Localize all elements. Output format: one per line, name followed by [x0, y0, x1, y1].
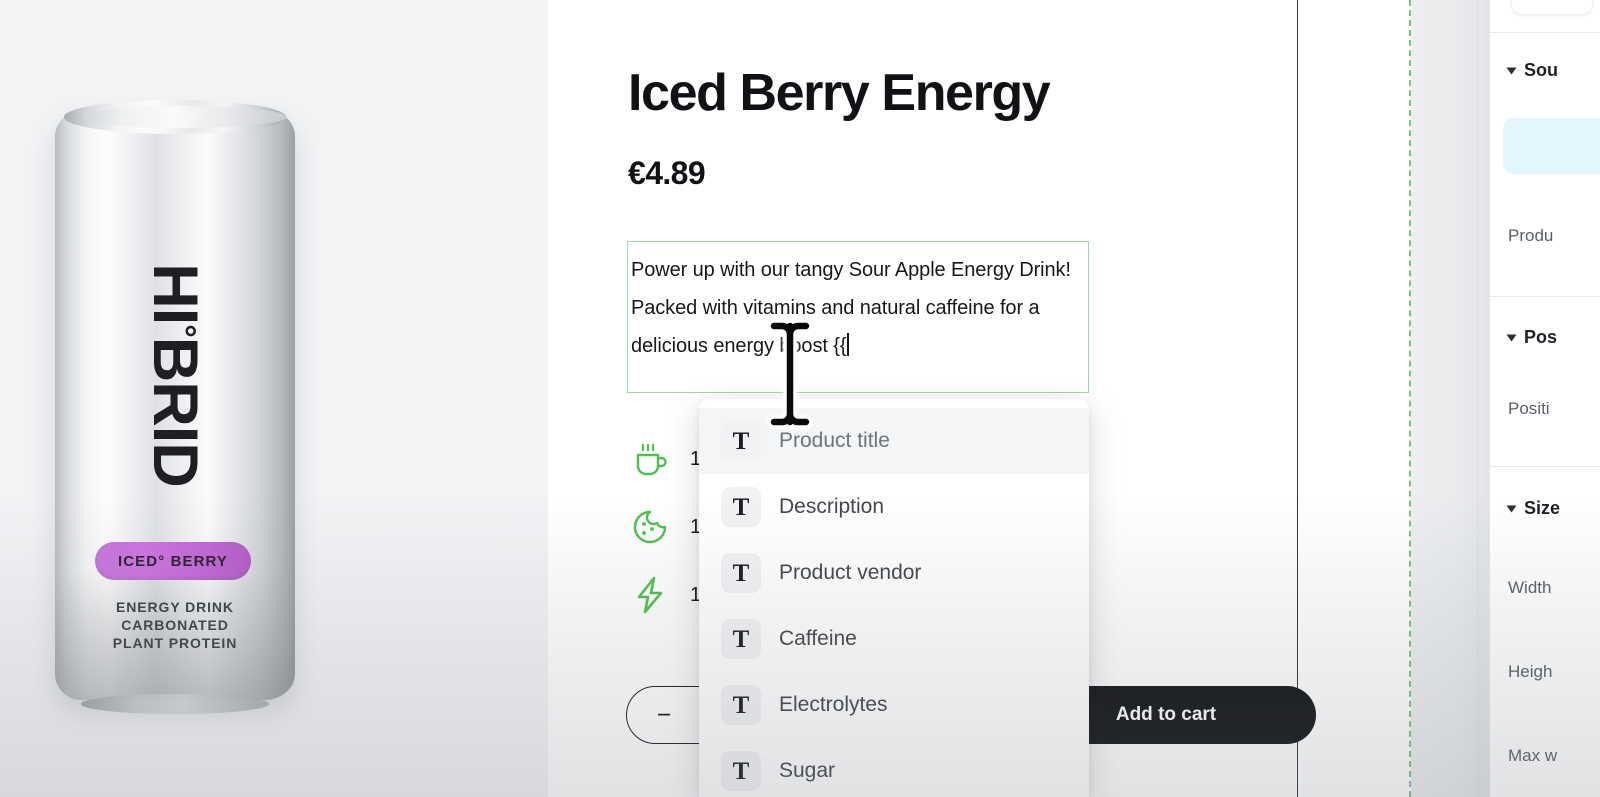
product-gallery: HI°BRID ICED° BERRY ENERGY DRINK CARBONA… — [0, 0, 548, 797]
inspector-field-height: Heigh — [1508, 662, 1553, 681]
inspector-top-control[interactable] — [1512, 0, 1592, 14]
can-brand-brid: BRID — [140, 336, 210, 487]
inspector-field-position: Positi — [1508, 399, 1550, 418]
inspector-field-max-width: Max w — [1508, 746, 1558, 765]
product-can-image[interactable]: HI°BRID ICED° BERRY ENERGY DRINK CARBONA… — [55, 100, 295, 714]
dropdown-item-label: Description — [779, 495, 885, 518]
can-brand-wordmark: HI°BRID — [139, 263, 211, 487]
dropdown-item-label: Product vendor — [779, 561, 922, 584]
can-flavor-label: ICED° BERRY — [117, 552, 229, 570]
can-subtext: ENERGY DRINK CARBONATED PLANT PROTEIN — [55, 598, 295, 652]
description-text: Power up with our tangy Sour Apple Energ… — [631, 259, 1077, 357]
inspector-panel[interactable]: Sou Produ Pos Positi Size Width Heigh Ma… — [1489, 0, 1600, 797]
dropdown-item-product-title[interactable]: T Product title — [699, 408, 1089, 474]
can-subtext-line-3: PLANT PROTEIN — [112, 635, 238, 651]
list-item: 1 — [628, 576, 701, 614]
cookie-icon — [633, 510, 667, 544]
inspector-section-label: Sou — [1524, 60, 1558, 80]
product-feature-list: 1 1 1 — [628, 440, 701, 614]
alignment-guide-line — [1409, 0, 1411, 797]
gutter-divider — [1477, 0, 1479, 797]
text-variable-icon: T — [721, 619, 761, 659]
inspector-section-position[interactable]: Pos — [1506, 327, 1558, 348]
inspector-section-label: Size — [1524, 498, 1561, 518]
can-subtext-line-1: ENERGY DRINK — [116, 599, 234, 615]
inspector-section-label: Pos — [1524, 327, 1558, 347]
can-lid — [64, 100, 287, 134]
text-variable-icon: T — [721, 553, 761, 593]
variable-autocomplete-dropdown[interactable]: T Product title T Description T Product … — [699, 399, 1089, 797]
divider — [1490, 466, 1600, 467]
dropdown-item-description[interactable]: T Description — [699, 474, 1089, 540]
divider — [1490, 32, 1600, 33]
inspector-field-product: Produ — [1508, 226, 1554, 245]
description-input[interactable]: Power up with our tangy Sour Apple Energ… — [627, 241, 1089, 393]
text-variable-icon: T — [721, 421, 761, 461]
quantity-decrement-button[interactable]: − — [649, 702, 679, 728]
list-item: 1 — [628, 508, 701, 546]
inspector-source-chip[interactable] — [1503, 118, 1600, 174]
can-flavor-pill: ICED° BERRY — [95, 542, 251, 580]
divider — [1490, 296, 1600, 297]
dropdown-item-label: Sugar — [779, 759, 836, 782]
text-variable-icon: T — [721, 751, 761, 791]
dropdown-item-label: Caffeine — [779, 627, 857, 650]
inspector-section-source[interactable]: Sou — [1506, 60, 1558, 81]
can-brand-degree: ° — [164, 324, 202, 337]
coffee-cup-icon — [636, 443, 667, 476]
lightning-bolt-icon — [637, 576, 663, 614]
chevron-down-icon — [1506, 334, 1517, 341]
inspector-section-size[interactable]: Size — [1506, 498, 1561, 519]
dropdown-item-product-vendor[interactable]: T Product vendor — [699, 540, 1089, 606]
dropdown-item-sugar[interactable]: T Sugar — [699, 738, 1089, 797]
dropdown-item-label: Product title — [779, 429, 890, 452]
can-subtext-line-2: CARBONATED — [121, 617, 229, 633]
chevron-down-icon — [1506, 67, 1517, 74]
editor-canvas-viewport: HI°BRID ICED° BERRY ENERGY DRINK CARBONA… — [0, 0, 1600, 797]
dropdown-item-label: Electrolytes — [779, 693, 888, 716]
dropdown-item-electrolytes[interactable]: T Electrolytes — [699, 672, 1089, 738]
dropdown-item-caffeine[interactable]: T Caffeine — [699, 606, 1089, 672]
product-price: €4.89 — [628, 155, 706, 191]
text-caret — [847, 333, 850, 356]
text-cursor-pointer — [767, 319, 813, 429]
can-bottom-rim — [81, 694, 269, 714]
chevron-down-icon — [1506, 505, 1517, 512]
page-title: Iced Berry Energy — [628, 64, 1051, 122]
can-brand-hi: HI — [140, 263, 210, 325]
text-variable-icon: T — [721, 487, 761, 527]
can-lid-inner — [81, 106, 287, 128]
list-item: 1 — [628, 440, 701, 478]
text-variable-icon: T — [721, 685, 761, 725]
inspector-field-width: Width — [1508, 578, 1552, 597]
